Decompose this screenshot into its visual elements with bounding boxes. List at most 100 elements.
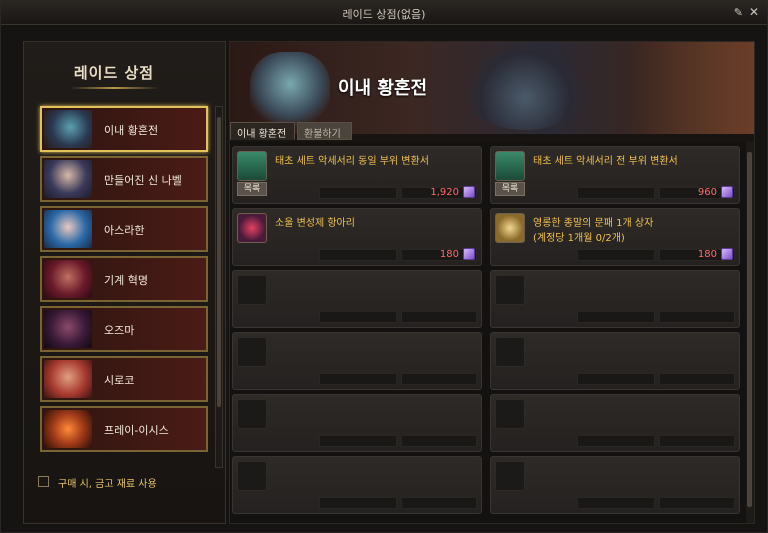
raid-item-label: 프레이-이시스: [104, 424, 169, 437]
raid-item-label: 이내 황혼전: [104, 124, 159, 137]
item-grid: 태초 세트 악세서리 동일 부위 변환서 목록 1,920 태초 세트 악세서리…: [230, 142, 754, 523]
empty-icon: [495, 461, 525, 491]
shop-item-card[interactable]: 영롱한 종말의 문패 1개 상자 (계정당 1개월 0/2개) 180: [490, 208, 740, 266]
portrait-icon: [44, 360, 92, 398]
vault-material-label: 구매 시, 금고 재료 사용: [58, 479, 157, 490]
empty-slot: [659, 311, 735, 323]
title-divider: [69, 87, 159, 89]
empty-slot: [401, 373, 477, 385]
banner-artwork-image: [460, 50, 590, 130]
currency-gem-icon: [721, 248, 733, 260]
pin-icon[interactable]: ✎: [734, 6, 743, 19]
category-button[interactable]: 목록: [495, 182, 525, 196]
item-name: 소울 변성제 항아리: [275, 218, 355, 229]
tab-twilight[interactable]: 이내 황혼전: [230, 122, 295, 140]
raid-banner: 이내 황혼전: [230, 42, 754, 134]
vault-material-checkbox[interactable]: [38, 476, 49, 487]
empty-slot: [319, 187, 397, 199]
tab-refund[interactable]: 환불하기: [297, 122, 352, 140]
empty-slot: [659, 373, 735, 385]
empty-slot: [319, 311, 397, 323]
raid-shop-window: 레이드 상점(없음) ✎ ✕ 레이드 상점 이내 황혼전 만들어진 신 나벨 아…: [0, 0, 768, 533]
empty-icon: [237, 337, 267, 367]
empty-slot: [659, 497, 735, 509]
empty-item-card: [232, 270, 482, 328]
item-icon: [237, 151, 267, 181]
empty-item-card: [232, 332, 482, 390]
shop-title: 레이드 상점: [73, 64, 155, 82]
currency-gem-icon: [463, 248, 475, 260]
empty-slot: [401, 497, 477, 509]
shop-item-card[interactable]: 소울 변성제 항아리 180: [232, 208, 482, 266]
raid-item-nabel[interactable]: 만들어진 신 나벨: [40, 156, 208, 202]
boss-portrait-image: [250, 52, 330, 132]
empty-slot: [577, 373, 655, 385]
shop-main-panel: 이내 황혼전 이내 황혼전 환불하기 태초 세트 악세서리 동일 부위 변환서 …: [229, 41, 755, 524]
empty-item-card: [232, 456, 482, 514]
scrollbar-thumb[interactable]: [747, 152, 752, 507]
raid-item-label: 시로코: [104, 374, 135, 387]
item-price: 180: [439, 249, 459, 260]
empty-icon: [495, 399, 525, 429]
empty-slot: [577, 497, 655, 509]
currency-gem-icon: [721, 186, 733, 198]
empty-item-card: [232, 394, 482, 452]
empty-item-card: [490, 456, 740, 514]
portrait-icon: [44, 160, 92, 198]
empty-slot: [577, 311, 655, 323]
empty-slot: [319, 435, 397, 447]
empty-icon: [237, 275, 267, 305]
empty-item-card: [490, 394, 740, 452]
shop-item-card[interactable]: 태초 세트 악세서리 전 부위 변환서 목록 960: [490, 146, 740, 204]
shop-item-card[interactable]: 태초 세트 악세서리 동일 부위 변환서 목록 1,920: [232, 146, 482, 204]
item-icon: [495, 213, 525, 243]
raid-list-panel: 레이드 상점 이내 황혼전 만들어진 신 나벨 아스라한 기계 혁명 오즈마 시…: [23, 41, 226, 524]
window-title: 레이드 상점(없음): [342, 8, 426, 21]
item-limit: (계정당 1개월 0/2개): [533, 233, 625, 244]
portrait-icon: [44, 210, 92, 248]
raid-item-twilight[interactable]: 이내 황혼전: [40, 106, 208, 152]
empty-icon: [495, 337, 525, 367]
item-icon: [237, 213, 267, 243]
raid-item-label: 오즈마: [104, 324, 135, 337]
item-price: 1,920: [430, 187, 459, 198]
empty-slot: [319, 497, 397, 509]
item-price: 180: [697, 249, 717, 260]
item-icon: [495, 151, 525, 181]
empty-slot: [577, 249, 655, 261]
empty-slot: [659, 435, 735, 447]
grid-scrollbar[interactable]: [746, 142, 754, 523]
empty-slot: [577, 187, 655, 199]
portrait-icon: [44, 110, 92, 148]
item-name: 태초 세트 악세서리 동일 부위 변환서: [275, 156, 429, 167]
empty-icon: [237, 461, 267, 491]
banner-title: 이내 황혼전: [338, 78, 428, 99]
scrollbar-thumb[interactable]: [217, 117, 221, 407]
currency-gem-icon: [463, 186, 475, 198]
raid-item-machine-revolution[interactable]: 기계 혁명: [40, 256, 208, 302]
raid-item-prey-isis[interactable]: 프레이-이시스: [40, 406, 208, 452]
empty-icon: [495, 275, 525, 305]
empty-item-card: [490, 332, 740, 390]
window-titlebar[interactable]: 레이드 상점(없음) ✎ ✕: [1, 1, 767, 25]
empty-item-card: [490, 270, 740, 328]
portrait-icon: [44, 410, 92, 448]
empty-icon: [237, 399, 267, 429]
raid-item-siroco[interactable]: 시로코: [40, 356, 208, 402]
close-icon[interactable]: ✕: [749, 5, 759, 19]
sidebar-scrollbar[interactable]: [215, 106, 223, 468]
banner-shelf-image: [630, 42, 754, 134]
empty-slot: [319, 249, 397, 261]
empty-slot: [577, 435, 655, 447]
empty-slot: [319, 373, 397, 385]
category-button[interactable]: 목록: [237, 182, 267, 196]
raid-item-label: 기계 혁명: [104, 274, 148, 287]
portrait-icon: [44, 260, 92, 298]
item-name: 태초 세트 악세서리 전 부위 변환서: [533, 156, 678, 167]
raid-item-label: 만들어진 신 나벨: [104, 174, 182, 187]
item-name: 영롱한 종말의 문패 1개 상자: [533, 218, 654, 229]
item-price: 960: [697, 187, 717, 198]
raid-item-ozma[interactable]: 오즈마: [40, 306, 208, 352]
raid-item-label: 아스라한: [104, 224, 145, 237]
raid-item-asrahan[interactable]: 아스라한: [40, 206, 208, 252]
